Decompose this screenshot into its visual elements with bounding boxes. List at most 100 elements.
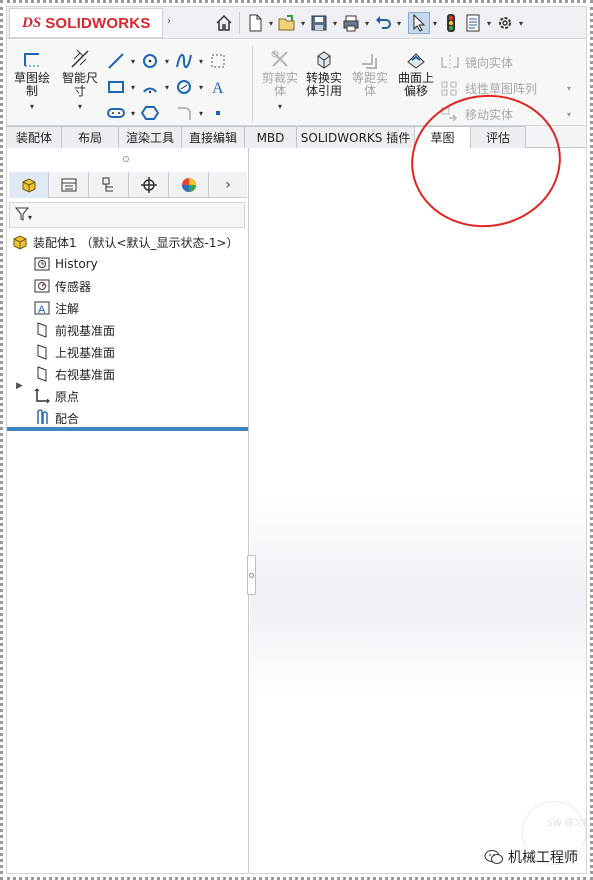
chevron-down-icon[interactable]: ▾ — [362, 19, 372, 28]
panel-collapse-handle[interactable] — [247, 555, 256, 595]
chevron-down-icon[interactable]: ▾ — [195, 109, 207, 118]
home-icon[interactable] — [213, 12, 235, 34]
print-icon[interactable] — [340, 12, 362, 34]
chevron-down-icon[interactable]: ▾ — [161, 57, 173, 66]
construction-geometry-icon[interactable] — [207, 50, 229, 72]
undo-icon[interactable] — [372, 12, 394, 34]
chevron-down-icon[interactable]: ▾ — [127, 57, 139, 66]
tab-render-tools[interactable]: 渲染工具 — [119, 126, 182, 148]
expand-arrow-icon[interactable]: ▶ — [16, 381, 23, 391]
convert-entities-icon — [313, 48, 335, 70]
convert-entities-button[interactable]: 转换实体引用 — [301, 44, 347, 98]
chevron-down-icon[interactable]: ▾ — [9, 102, 55, 111]
smart-dimension-button[interactable]: 智能尺寸 ▾ — [57, 44, 103, 111]
options-icon[interactable] — [494, 12, 516, 34]
hexagon-icon[interactable] — [139, 102, 161, 124]
linear-pattern-button[interactable]: 线性草图阵列 ▾ — [439, 76, 571, 100]
dimxpert-manager-tab[interactable] — [129, 172, 169, 198]
tree-item-mates[interactable]: 配合 — [33, 408, 79, 428]
circle-icon[interactable] — [139, 50, 161, 72]
chevron-down-icon[interactable]: ▾ — [161, 83, 173, 92]
text-icon[interactable]: A — [207, 76, 229, 98]
chevron-down-icon[interactable]: ▾ — [127, 83, 139, 92]
chevron-down-icon[interactable]: ▾ — [567, 110, 571, 119]
tree-item-right-plane[interactable]: 右视基准面 — [33, 364, 115, 384]
file-properties-icon[interactable] — [462, 12, 484, 34]
property-manager-tab[interactable] — [49, 172, 89, 198]
slot-icon[interactable] — [105, 102, 127, 124]
tab-sketch[interactable]: 草图 — [415, 126, 471, 148]
panel-splitter-handle[interactable] — [123, 156, 129, 162]
point-icon[interactable] — [207, 102, 229, 124]
sketch-entities-grid: ▾ ▾ ▾ ▾ ▾ ▾ A ▾ ▾ — [105, 48, 229, 126]
rebuild-icon[interactable] — [440, 12, 462, 34]
plane-icon — [33, 365, 51, 383]
chevron-down-icon[interactable]: ▾ — [330, 19, 340, 28]
tree-item-label: 前视基准面 — [55, 323, 116, 338]
tab-mbd[interactable]: MBD — [245, 126, 297, 148]
move-entities-icon — [439, 105, 461, 123]
menu-expand-icon[interactable]: › — [167, 16, 171, 27]
ds-logo-mark: DS — [22, 14, 42, 31]
chevron-right-icon[interactable]: › — [209, 172, 247, 198]
linear-pattern-label: 线性草图阵列 — [465, 81, 538, 96]
arc-icon[interactable] — [139, 76, 161, 98]
tree-item-origin[interactable]: 原点 — [33, 386, 79, 406]
chevron-down-icon[interactable]: ▾ — [127, 109, 139, 118]
tree-item-top-plane[interactable]: 上视基准面 — [33, 342, 115, 362]
chevron-down-icon[interactable]: ▾ — [298, 19, 308, 28]
new-document-icon[interactable] — [244, 12, 266, 34]
solidworks-logo[interactable]: DS SOLIDWORKS — [9, 8, 163, 38]
tree-item-front-plane[interactable]: 前视基准面 — [33, 320, 115, 340]
chevron-down-icon[interactable]: ▾ — [516, 19, 526, 28]
tree-item-label: 右视基准面 — [55, 367, 116, 382]
annotations-icon: A — [33, 299, 51, 317]
sketch-button[interactable]: 草图绘制 ▾ — [9, 44, 55, 111]
mirror-entities-button[interactable]: 镜向实体 — [439, 50, 513, 74]
feature-manager-tab[interactable] — [9, 172, 49, 198]
chevron-down-icon[interactable]: ▾ — [195, 83, 207, 92]
command-manager: 草图绘制 ▾ 智能尺寸 ▾ ▾ ▾ ▾ ▾ ▾ ▾ A ▾ ▾ 剪裁实体 ▾ 转… — [7, 40, 586, 126]
filter-icon[interactable]: ▾ — [14, 206, 34, 225]
spline-icon[interactable] — [173, 50, 195, 72]
chevron-down-icon[interactable]: ▾ — [266, 19, 276, 28]
tab-evaluate[interactable]: 评估 — [471, 126, 526, 148]
tree-item-annotations[interactable]: A 注解 — [33, 298, 79, 318]
chevron-down-icon[interactable]: ▾ — [195, 57, 207, 66]
display-manager-tab[interactable] — [169, 172, 209, 198]
offset-entities-button[interactable]: 等距实体 — [347, 44, 393, 98]
chevron-down-icon[interactable]: ▾ — [394, 19, 404, 28]
rectangle-icon[interactable] — [105, 76, 127, 98]
panel-tabs: › — [9, 172, 247, 198]
offset-on-surface-button[interactable]: 曲面上偏移 — [393, 44, 439, 98]
mates-icon — [33, 409, 51, 427]
save-icon[interactable] — [308, 12, 330, 34]
chevron-down-icon[interactable]: ▾ — [257, 102, 303, 111]
offset-entities-label: 等距实体 — [351, 71, 388, 98]
fillet-icon[interactable] — [173, 102, 195, 124]
open-icon[interactable] — [276, 12, 298, 34]
tab-layout[interactable]: 布局 — [62, 126, 119, 148]
line-icon[interactable] — [105, 50, 127, 72]
graphics-area[interactable] — [250, 148, 586, 873]
chevron-down-icon[interactable]: ▾ — [567, 84, 571, 93]
chevron-down-icon[interactable]: ▾ — [430, 19, 440, 28]
configuration-manager-tab[interactable] — [89, 172, 129, 198]
chevron-down-icon[interactable]: ▾ — [484, 19, 494, 28]
feature-filter-bar[interactable]: ▾ — [9, 202, 245, 228]
wechat-icon — [484, 849, 504, 865]
svg-text:A: A — [38, 304, 46, 316]
rollback-bar[interactable] — [7, 427, 248, 431]
chevron-down-icon[interactable]: ▾ — [57, 102, 103, 111]
tab-solidworks-addins[interactable]: SOLIDWORKS 插件 — [297, 126, 415, 148]
polygon-icon[interactable] — [173, 76, 195, 98]
tree-item-sensors[interactable]: 传感器 — [33, 276, 91, 296]
trim-entities-button[interactable]: 剪裁实体 ▾ — [257, 44, 303, 111]
tree-item-history[interactable]: History — [33, 254, 98, 274]
move-entities-button[interactable]: 移动实体 ▾ — [439, 102, 571, 126]
tree-root-assembly[interactable]: 装配体1 （默认<默认_显示状态-1>） — [11, 232, 239, 252]
select-icon[interactable] — [408, 12, 430, 34]
tab-direct-editing[interactable]: 直接编辑 — [182, 126, 245, 148]
tab-assembly[interactable]: 装配体 — [7, 126, 62, 148]
feature-manager-panel: › ▾ 装配体1 （默认<默认_显示状态-1>） History 传感器 ▶ A… — [7, 148, 249, 873]
